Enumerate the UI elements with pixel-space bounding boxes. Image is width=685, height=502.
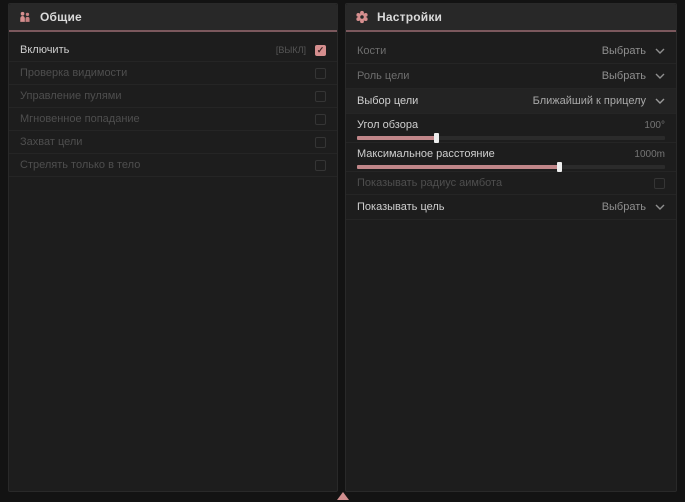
row-instant-hit[interactable]: Мгновенное попадание (9, 108, 337, 131)
slider-max-distance-label: Максимальное расстояние (357, 148, 495, 160)
slider-fov-track[interactable] (357, 136, 665, 140)
row-visibility-check[interactable]: Проверка видимости (9, 62, 337, 85)
row-bullet-control-checkbox[interactable] (315, 91, 326, 102)
row-target-lock[interactable]: Захват цели (9, 131, 337, 154)
row-target-lock-label: Захват цели (20, 136, 82, 148)
slider-max-distance-value: 1000m (634, 149, 665, 160)
row-enable-label: Включить (20, 44, 69, 56)
row-body-only[interactable]: Стрелять только в тело (9, 154, 337, 177)
slider-max-distance-track[interactable] (357, 165, 665, 169)
checkmark-icon: ✓ (317, 46, 325, 55)
row-enable-checkbox[interactable]: ✓ (315, 45, 326, 56)
triangle-up-icon[interactable] (337, 492, 349, 500)
general-panel: Общие Включить [ВЫКЛ] ✓ Проверка видимос… (8, 3, 338, 492)
settings-panel-title: Настройки (377, 10, 442, 24)
slider-fov-thumb[interactable] (434, 133, 439, 143)
dropdown-show-target-label: Показывать цель (357, 201, 445, 213)
dropdown-target-selection-value: Ближайший к прицелу (533, 95, 646, 107)
dropdown-bones[interactable]: Кости Выбрать (346, 39, 676, 64)
dropdown-bones-label: Кости (357, 45, 386, 57)
settings-panel-header: Настройки (346, 4, 676, 30)
row-body-only-label: Стрелять только в тело (20, 159, 140, 171)
dropdown-target-role-label: Роль цели (357, 70, 409, 82)
row-bullet-control[interactable]: Управление пулями (9, 85, 337, 108)
dropdown-target-role[interactable]: Роль цели Выбрать (346, 64, 676, 89)
slider-fov-fill (357, 136, 437, 140)
gear-icon (355, 10, 369, 24)
chevron-down-icon (655, 73, 665, 79)
settings-panel: Настройки Кости Выбрать Роль цели Выбрат… (345, 3, 677, 492)
row-show-aimbot-radius[interactable]: Показывать радиус аимбота (346, 172, 676, 195)
slider-fov: Угол обзора 100° (346, 114, 676, 143)
duo-users-icon (18, 10, 32, 24)
dropdown-bones-value: Выбрать (602, 45, 646, 57)
row-visibility-check-checkbox[interactable] (315, 68, 326, 79)
row-target-lock-checkbox[interactable] (315, 137, 326, 148)
slider-fov-label: Угол обзора (357, 119, 418, 131)
dropdown-target-role-value: Выбрать (602, 70, 646, 82)
row-enable[interactable]: Включить [ВЫКЛ] ✓ (9, 39, 337, 62)
row-enable-hotkey: [ВЫКЛ] (276, 45, 306, 55)
chevron-down-icon (655, 204, 665, 210)
general-panel-title: Общие (40, 10, 82, 24)
dropdown-show-target-value: Выбрать (602, 201, 646, 213)
slider-fov-value: 100° (644, 120, 665, 131)
chevron-down-icon (655, 98, 665, 104)
dropdown-target-selection-label: Выбор цели (357, 95, 418, 107)
row-show-aimbot-radius-checkbox[interactable] (654, 178, 665, 189)
slider-max-distance-fill (357, 165, 560, 169)
row-instant-hit-checkbox[interactable] (315, 114, 326, 125)
row-show-aimbot-radius-label: Показывать радиус аимбота (357, 177, 502, 189)
general-panel-header: Общие (9, 4, 337, 30)
row-bullet-control-label: Управление пулями (20, 90, 122, 102)
chevron-down-icon (655, 48, 665, 54)
dropdown-target-selection[interactable]: Выбор цели Ближайший к прицелу (346, 89, 676, 114)
slider-max-distance: Максимальное расстояние 1000m (346, 143, 676, 172)
dropdown-show-target[interactable]: Показывать цель Выбрать (346, 195, 676, 220)
row-visibility-check-label: Проверка видимости (20, 67, 127, 79)
row-instant-hit-label: Мгновенное попадание (20, 113, 140, 125)
slider-max-distance-thumb[interactable] (557, 162, 562, 172)
row-body-only-checkbox[interactable] (315, 160, 326, 171)
